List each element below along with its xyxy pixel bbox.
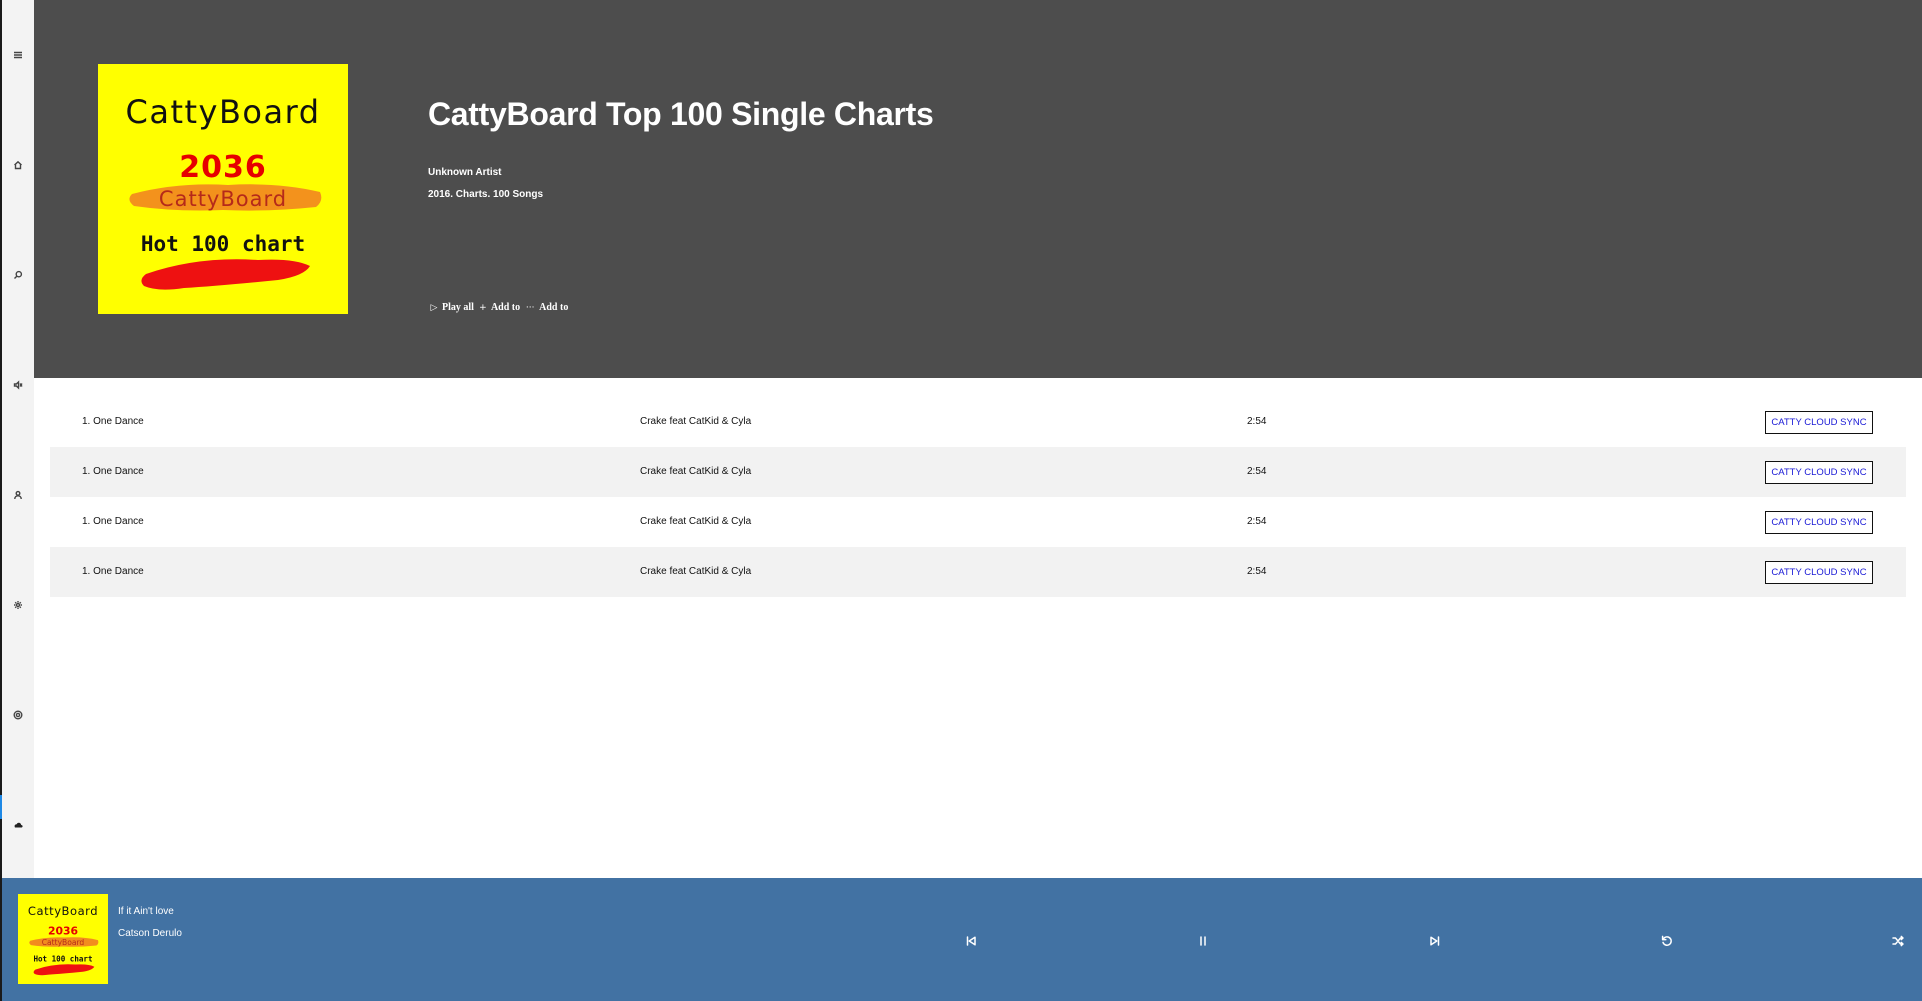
song-row[interactable]: 1. One Dance Crake feat CatKid & Cyla 2:… <box>50 497 1906 547</box>
now-playing-title[interactable]: If it Ain't love <box>118 906 174 917</box>
album-artist: Unknown Artist <box>428 167 502 178</box>
pause-icon[interactable] <box>1192 930 1214 952</box>
globe-icon[interactable] <box>2 701 34 729</box>
song-artist: Crake feat CatKid & Cyla <box>640 566 752 577</box>
catty-cloud-sync-button[interactable]: CATTY CLOUD SYNC <box>1765 461 1873 484</box>
more-icon: ··· <box>525 302 535 313</box>
shuffle-icon[interactable] <box>1887 930 1909 952</box>
song-list: 1. One Dance Crake feat CatKid & Cyla 2:… <box>50 397 1906 597</box>
sidebar <box>2 0 34 878</box>
play-all-button[interactable]: ▷ Play all <box>428 302 474 313</box>
next-icon[interactable] <box>1424 930 1446 952</box>
cover-chart: Hot 100 chart <box>141 232 305 256</box>
now-playing-cover: CattyBoard 2036 CattyBoard Hot 100 chart <box>18 894 108 984</box>
gear-icon[interactable] <box>2 591 34 619</box>
album-title: CattyBoard Top 100 Single Charts <box>428 96 934 132</box>
album-cover: CattyBoard 2036 CattyBoard Hot 100 chart <box>98 64 348 314</box>
now-playing-artist[interactable]: Catson Derulo <box>118 928 182 939</box>
player-bar: CattyBoard 2036 CattyBoard Hot 100 chart… <box>2 878 1922 1001</box>
play-all-label: Play all <box>442 302 474 313</box>
add-to-label: Add to <box>490 302 521 313</box>
search-icon[interactable] <box>2 261 34 289</box>
song-row[interactable]: 1. One Dance Crake feat CatKid & Cyla 2:… <box>50 447 1906 497</box>
album-meta: 2016. Charts. 100 Songs <box>428 189 544 200</box>
svg-text:CattyBoard: CattyBoard <box>42 938 85 947</box>
song-row[interactable]: 1. One Dance Crake feat CatKid & Cyla 2:… <box>50 397 1906 447</box>
song-row[interactable]: 1. One Dance Crake feat CatKid & Cyla 2:… <box>50 547 1906 597</box>
song-duration: 2:54 <box>1247 566 1267 577</box>
album-actions: ▷ Play all + Add to ··· Add to <box>428 302 569 313</box>
album-header: CattyBoard 2036 CattyBoard Hot 100 chart… <box>34 0 1922 378</box>
song-duration: 2:54 <box>1247 466 1267 477</box>
song-duration: 2:54 <box>1247 416 1267 427</box>
cover-subbrand: CattyBoard <box>159 187 287 211</box>
repeat-icon[interactable] <box>1656 930 1678 952</box>
song-title: 1. One Dance <box>82 516 144 527</box>
catty-cloud-sync-button[interactable]: CATTY CLOUD SYNC <box>1765 411 1873 434</box>
add-to-button[interactable]: + Add to <box>477 302 520 313</box>
play-icon: ▷ <box>430 302 438 313</box>
song-artist: Crake feat CatKid & Cyla <box>640 466 752 477</box>
hamburger-icon[interactable] <box>2 41 34 69</box>
catty-cloud-sync-button[interactable]: CATTY CLOUD SYNC <box>1765 511 1873 534</box>
song-duration: 2:54 <box>1247 516 1267 527</box>
song-title: 1. One Dance <box>82 566 144 577</box>
svg-text:CattyBoard: CattyBoard <box>28 904 98 918</box>
home-icon[interactable] <box>2 151 34 179</box>
catty-cloud-sync-button[interactable]: CATTY CLOUD SYNC <box>1765 561 1873 584</box>
svg-text:2036: 2036 <box>48 925 78 938</box>
cover-year: 2036 <box>179 150 267 185</box>
song-title: 1. One Dance <box>82 466 144 477</box>
plus-icon: + <box>479 302 487 313</box>
speaker-icon[interactable] <box>2 371 34 399</box>
person-icon[interactable] <box>2 481 34 509</box>
previous-icon[interactable] <box>960 930 982 952</box>
song-artist: Crake feat CatKid & Cyla <box>640 416 752 427</box>
svg-text:Hot 100 chart: Hot 100 chart <box>33 954 92 963</box>
more-add-to-button[interactable]: ··· Add to <box>523 302 568 313</box>
cover-brand: CattyBoard <box>125 93 320 131</box>
song-title: 1. One Dance <box>82 416 144 427</box>
cloud-icon[interactable] <box>2 811 34 839</box>
song-artist: Crake feat CatKid & Cyla <box>640 516 752 527</box>
more-add-to-label: Add to <box>539 302 569 313</box>
